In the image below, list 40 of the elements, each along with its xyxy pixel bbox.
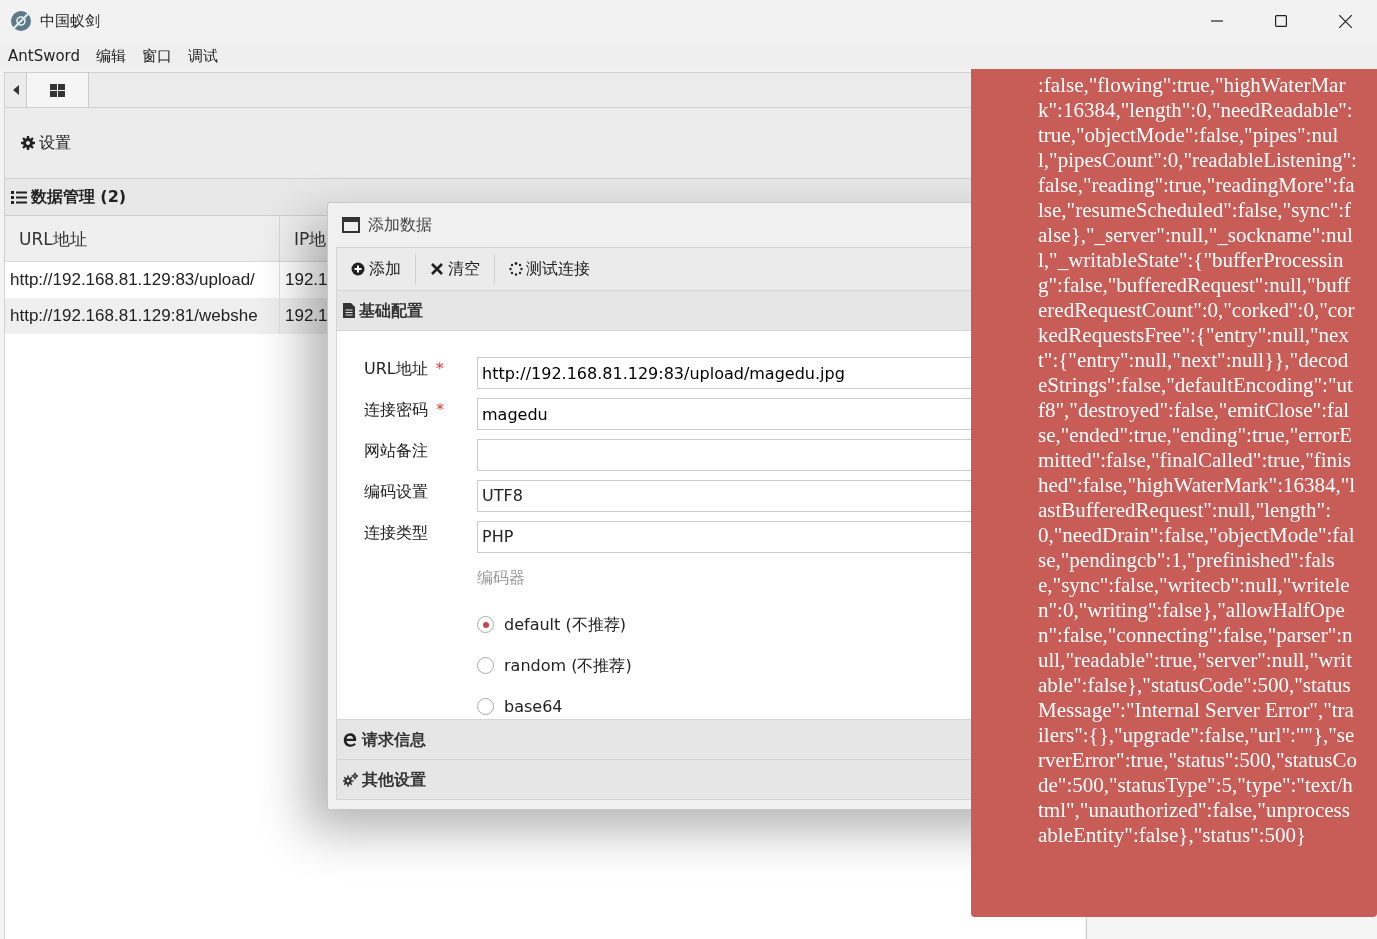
column-header[interactable]: URL地址 [5, 216, 280, 261]
field-label: 连接密码 [364, 399, 428, 421]
spinner-icon [508, 262, 523, 276]
close-icon [1338, 14, 1352, 28]
field-label: URL地址 [364, 358, 428, 380]
list-icon [11, 190, 27, 204]
window-title: 中国蚁剑 [40, 10, 100, 32]
gears-icon [343, 772, 358, 787]
table-cell: http://192.168.81.129:81/webshe [5, 298, 280, 334]
field-label: 编码设置 [364, 481, 428, 503]
error-message: :false,"flowing":true,"highWaterMark":16384,"length":0,"needReadable":true,"objectMode":false,"pipes":null,"pipesCount":0,"readableListening":false,"reading":true,"readingMore":false,"resumeScheduled":false,"sync":false},"_server":null,"_sockname":null,"_writableState":{"bufferProcessing":false,"bufferedRequest":null,"bufferedRequestCount":0,"corked":0,"corkedRequestsFree":{"entry":null,"next":{"entry":null,"next":null}},"decodeStrings":false,"defaultEncoding":"utf8","destroyed":false,"emitClose":false,"ended":true,"ending":true,"errorEmitted":false,"finalCalled":true,"finished":false,"highWaterMark":16384,"lastBufferedRequest":null,"length":0,"needDrain":false,"objectMode":false,"pendingcb":1,"prefinished":false,"sync":false,"writecb":null,"writelen":0,"writing":false},"allowHalfOpen":false,"connecting":false,"parser":null,"readable":true,"server":null,"writable":false},"statusCode":500,"statusMessage":"Internal Server Error","trailers":{},"upgrade":false,"url":""},"serverError":true,"status":500,"statusCode":500,"statusType":5,"type":"text/html","unauthorized":false,"unprocessableEntity":false},"status":500} [1038, 73, 1357, 848]
dialog-title: 添加数据 [367, 214, 432, 236]
menu-item[interactable]: 窗口 [134, 42, 181, 70]
close-icon [429, 262, 444, 276]
required-mark: * [436, 399, 444, 421]
caret-left-icon [12, 85, 19, 95]
required-mark: * [435, 358, 444, 380]
radio-label: base64 [504, 695, 563, 718]
settings-button[interactable]: 设置 [21, 131, 71, 155]
maximize-icon [1275, 15, 1287, 27]
group-label: 编码器 [477, 567, 526, 589]
window-icon [342, 217, 360, 233]
file-icon [343, 303, 355, 318]
plus-circle-icon [351, 262, 365, 276]
panel-title: 数据管理 (2) [30, 186, 127, 208]
gear-icon [21, 136, 35, 150]
menu-item[interactable]: 编辑 [88, 42, 135, 70]
field-label: 网站备注 [364, 440, 428, 462]
toolbar-button[interactable]: 添加 [337, 254, 416, 284]
menu-item[interactable]: 调试 [180, 42, 227, 70]
radio-label: random (不推荐) [504, 654, 632, 677]
home-tab[interactable] [27, 73, 89, 107]
field-label: 连接类型 [364, 522, 428, 544]
grid-icon [50, 83, 65, 97]
app-logo-icon [10, 10, 32, 32]
menu-item[interactable]: AntSword [0, 42, 89, 70]
e-letter-icon [343, 732, 358, 747]
radio-label: default (不推荐) [504, 613, 626, 636]
toolbar-button[interactable]: 清空 [415, 254, 495, 284]
toolbar-button[interactable]: 测试连接 [494, 254, 605, 284]
